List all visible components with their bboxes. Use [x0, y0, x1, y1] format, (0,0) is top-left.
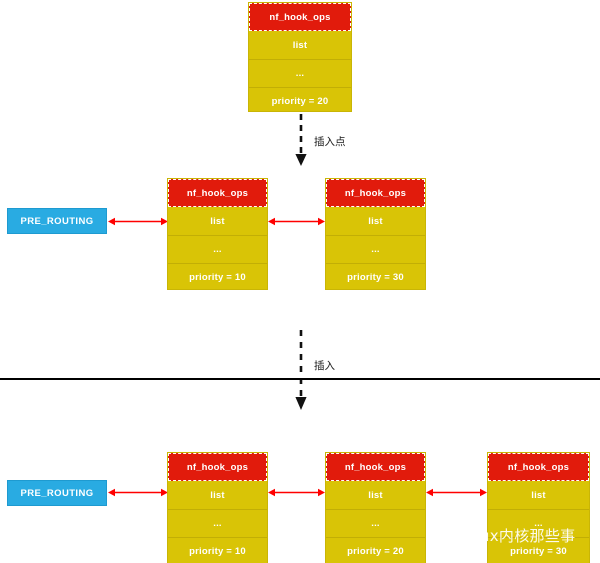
struct-field-ellipsis: ...: [488, 509, 589, 537]
insert-point-arrow: [293, 114, 309, 166]
struct-field-ellipsis: ...: [168, 509, 267, 537]
struct-node-before-p10: nf_hook_ops list ... priority = 10: [167, 178, 268, 290]
struct-field-priority: priority = 10: [168, 263, 267, 291]
struct-field-priority: priority = 10: [168, 537, 267, 563]
link-arrow-node10-to-node30: [268, 216, 325, 227]
struct-header: nf_hook_ops: [249, 3, 351, 31]
struct-field-list: list: [368, 215, 383, 227]
struct-node-after-p10: nf_hook_ops list ... priority = 10: [167, 452, 268, 563]
hook-box-pre-routing-after: PRE_ROUTING: [7, 480, 107, 506]
struct-header: nf_hook_ops: [488, 453, 589, 481]
struct-node-before-p30: nf_hook_ops list ... priority = 30: [325, 178, 426, 290]
struct-field-ellipsis: ...: [326, 509, 425, 537]
struct-field-ellipsis: ...: [249, 59, 351, 87]
link-arrow-node20-to-node30-after: [426, 487, 487, 498]
struct-node-after-p30: nf_hook_ops list ... priority = 30: [487, 452, 590, 563]
struct-field-list: list: [210, 215, 225, 227]
link-arrow-hook-to-node10-after: [108, 487, 168, 498]
insert-point-label: 插入点: [314, 136, 346, 148]
struct-field-list: list: [210, 489, 225, 501]
struct-field-list: list: [368, 489, 383, 501]
link-arrow-node10-to-node20-after: [268, 487, 325, 498]
struct-field-priority: priority = 30: [488, 537, 589, 563]
struct-node-top: nf_hook_ops list ... priority = 20: [248, 2, 352, 112]
struct-header: nf_hook_ops: [168, 453, 267, 481]
struct-field-priority: priority = 20: [326, 537, 425, 563]
struct-field-ellipsis: ...: [326, 235, 425, 263]
hook-box-pre-routing-before: PRE_ROUTING: [7, 208, 107, 234]
stage-divider: [0, 378, 600, 380]
insert-arrow: [293, 330, 309, 410]
wechat-icon: [428, 524, 452, 547]
struct-header: nf_hook_ops: [326, 453, 425, 481]
struct-field-ellipsis: ...: [168, 235, 267, 263]
struct-node-after-p20: nf_hook_ops list ... priority = 20: [325, 452, 426, 563]
link-arrow-hook-to-node10: [108, 216, 168, 227]
struct-field-list: list: [531, 489, 546, 501]
struct-field-priority: priority = 20: [249, 87, 351, 115]
struct-field-priority: priority = 30: [326, 263, 425, 291]
insert-label: 插入: [314, 360, 335, 372]
diagram-canvas: nf_hook_ops list ... priority = 20 插入点 P…: [0, 0, 600, 563]
struct-header: nf_hook_ops: [168, 179, 267, 207]
struct-header: nf_hook_ops: [326, 179, 425, 207]
struct-field-list: list: [292, 39, 308, 51]
